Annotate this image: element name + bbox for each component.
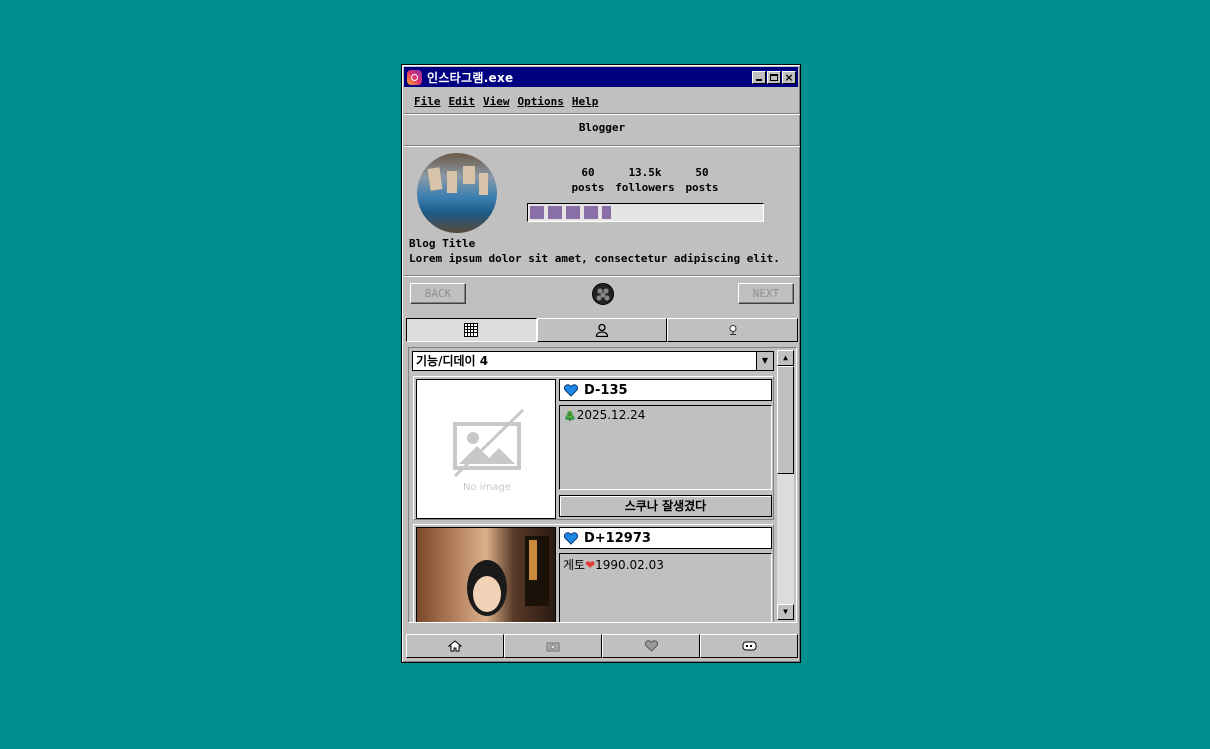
profile-tabs: [406, 318, 799, 342]
menu-options[interactable]: Options: [518, 95, 564, 108]
next-button[interactable]: NEXT: [738, 283, 794, 304]
pin-icon: [729, 325, 737, 335]
list-item[interactable]: D+12973 게토❤1990.02.03: [413, 524, 774, 622]
scroll-down-button[interactable]: ▼: [777, 604, 794, 620]
dday-label: D+12973: [559, 527, 772, 549]
camera-icon: [546, 642, 560, 652]
header-label: Blogger: [578, 121, 626, 134]
message-icon: [742, 641, 756, 650]
title-bar[interactable]: 인스타그램.exe ×: [404, 67, 798, 87]
stat-posts-2: 50 posts: [685, 166, 719, 194]
grid-icon: [464, 323, 479, 337]
heart-icon: [644, 640, 658, 652]
blog-description: Lorem ipsum dolor sit amet, consectetur …: [409, 252, 780, 265]
red-heart-icon: ❤: [585, 558, 596, 572]
tab-grid[interactable]: [406, 318, 537, 342]
scroll-thumb[interactable]: [777, 366, 794, 474]
globe-icon[interactable]: [592, 283, 614, 305]
post-image-placeholder: No image: [416, 379, 556, 519]
heart-icon: [564, 383, 578, 397]
nav-home[interactable]: [406, 634, 504, 658]
chevron-down-icon: ▼: [756, 352, 773, 370]
progress-bar: [527, 203, 764, 222]
app-window: 인스타그램.exe × File Edit View Options Help …: [401, 64, 801, 663]
post-note: 게토❤1990.02.03: [559, 553, 772, 622]
svg-text:No image: No image: [463, 482, 511, 493]
post-note: 🎄2025.12.24: [559, 405, 772, 490]
scroll-up-button[interactable]: ▲: [777, 350, 794, 366]
stat-posts: 60 posts: [571, 166, 605, 194]
window-title: 인스타그램.exe: [427, 70, 514, 85]
home-icon: [448, 640, 462, 652]
post-image: [416, 527, 556, 622]
profile-stats: 60 posts 13.5k followers 50 posts: [569, 165, 721, 195]
close-button[interactable]: ×: [782, 70, 796, 84]
tab-location[interactable]: [667, 318, 799, 342]
stat-followers: 13.5k followers: [615, 166, 675, 194]
back-button[interactable]: BACK: [410, 283, 466, 304]
dday-label: D-135: [559, 379, 772, 401]
menu-bar: File Edit View Options Help: [406, 91, 798, 111]
vertical-scrollbar[interactable]: ▲ ▼: [777, 350, 794, 620]
post-caption: 스쿠나 잘생겼다: [559, 495, 772, 517]
menu-view[interactable]: View: [483, 95, 510, 108]
blog-title: Blog Title: [409, 237, 476, 250]
post-list[interactable]: 기능/디데이 4 ▼ No image D-135 🎄2025.12.24 스쿠…: [408, 347, 797, 623]
minimize-button[interactable]: [752, 70, 766, 84]
instagram-icon: [407, 69, 422, 85]
nav-messages[interactable]: [700, 634, 798, 658]
menu-help[interactable]: Help: [572, 95, 599, 108]
nav-likes[interactable]: [602, 634, 700, 658]
heart-icon: [564, 531, 578, 545]
bottom-nav: [406, 634, 798, 658]
menu-edit[interactable]: Edit: [449, 95, 476, 108]
category-select[interactable]: 기능/디데이 4 ▼: [412, 351, 774, 371]
nav-camera[interactable]: [504, 634, 602, 658]
menu-file[interactable]: File: [414, 95, 441, 108]
list-item[interactable]: No image D-135 🎄2025.12.24 스쿠나 잘생겼다: [413, 376, 774, 520]
tree-icon: 🎄: [563, 409, 577, 422]
maximize-button[interactable]: [767, 70, 781, 84]
tab-profile[interactable]: [536, 318, 668, 342]
user-icon: [595, 323, 609, 337]
avatar[interactable]: [417, 153, 497, 233]
